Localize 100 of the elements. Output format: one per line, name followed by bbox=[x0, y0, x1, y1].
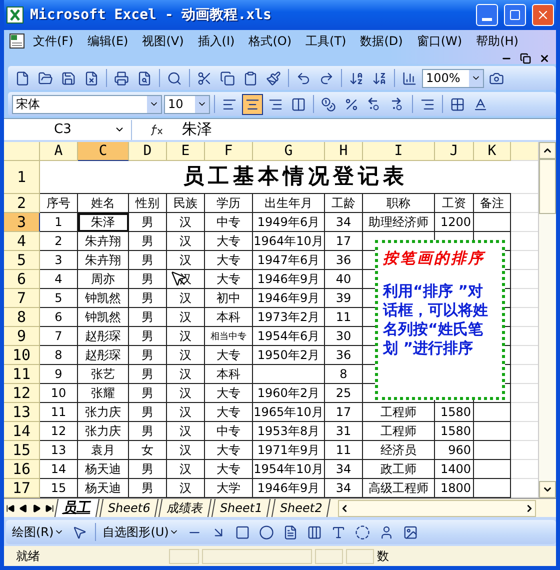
horizontal-scrollbar[interactable] bbox=[338, 500, 536, 516]
table-cell[interactable]: 5 bbox=[40, 289, 78, 308]
table-cell[interactable]: 汉 bbox=[167, 441, 205, 460]
column-header[interactable]: A bbox=[40, 142, 78, 161]
table-cell[interactable]: 1946年9月 bbox=[253, 270, 325, 289]
table-cell[interactable]: 相当中专 bbox=[205, 327, 253, 346]
first-sheet-icon[interactable] bbox=[6, 504, 15, 512]
table-cell[interactable]: 政工师 bbox=[363, 460, 435, 479]
table-cell[interactable]: 34 bbox=[325, 460, 363, 479]
table-cell[interactable]: 10 bbox=[40, 384, 78, 403]
table-cell[interactable]: 40 bbox=[325, 270, 363, 289]
table-cell[interactable]: 1965年10月 bbox=[253, 403, 325, 422]
table-cell[interactable]: 男 bbox=[129, 384, 167, 403]
close-button[interactable] bbox=[532, 4, 554, 26]
table-cell[interactable]: 周亦 bbox=[78, 270, 129, 289]
research-icon[interactable] bbox=[167, 70, 182, 86]
table-cell[interactable]: 39 bbox=[325, 289, 363, 308]
scroll-up-button[interactable] bbox=[539, 142, 556, 159]
table-cell[interactable]: 36 bbox=[325, 251, 363, 270]
table-cell[interactable]: 汉 bbox=[167, 289, 205, 308]
table-cell[interactable]: 朱卉翔 bbox=[78, 232, 129, 251]
table-cell[interactable]: 男 bbox=[129, 403, 167, 422]
row-header[interactable]: 17 bbox=[4, 479, 40, 498]
row-header[interactable]: 10 bbox=[4, 346, 40, 365]
table-cell[interactable]: 9 bbox=[40, 365, 78, 384]
table-cell[interactable]: 杨天迪 bbox=[78, 460, 129, 479]
table-cell[interactable]: 男 bbox=[129, 251, 167, 270]
table-cell[interactable]: 工程师 bbox=[363, 422, 435, 441]
clip-art-icon[interactable] bbox=[378, 524, 394, 540]
new-icon[interactable] bbox=[15, 70, 30, 86]
table-cell[interactable]: 960 bbox=[435, 441, 474, 460]
table-cell[interactable]: 1200 bbox=[435, 213, 474, 232]
chart-icon[interactable] bbox=[402, 70, 417, 86]
table-cell[interactable]: 1960年2月 bbox=[253, 384, 325, 403]
permission-icon[interactable] bbox=[84, 70, 99, 86]
table-cell[interactable]: 本科 bbox=[205, 308, 253, 327]
table-cell[interactable]: 男 bbox=[129, 365, 167, 384]
table-cell[interactable]: 36 bbox=[325, 346, 363, 365]
table-cell[interactable]: 汉 bbox=[167, 384, 205, 403]
select-pointer-icon[interactable] bbox=[72, 524, 87, 540]
table-cell[interactable]: 大专 bbox=[205, 441, 253, 460]
next-sheet-icon[interactable] bbox=[32, 504, 41, 512]
sort-ascending-icon[interactable] bbox=[349, 70, 364, 86]
table-cell[interactable]: 赵彤琛 bbox=[78, 346, 129, 365]
column-header[interactable]: H bbox=[325, 142, 363, 161]
table-cell[interactable]: 朱卉翔 bbox=[78, 251, 129, 270]
previous-sheet-icon[interactable] bbox=[19, 504, 28, 512]
table-cell[interactable]: 1947年6月 bbox=[253, 251, 325, 270]
table-cell[interactable]: 女 bbox=[129, 441, 167, 460]
table-cell[interactable]: 汉 bbox=[167, 251, 205, 270]
column-header[interactable]: C bbox=[78, 142, 129, 161]
table-cell[interactable]: 张艺 bbox=[78, 365, 129, 384]
column-header[interactable]: I bbox=[363, 142, 435, 161]
table-cell[interactable]: 男 bbox=[129, 308, 167, 327]
table-cell[interactable]: 大专 bbox=[205, 460, 253, 479]
row-header[interactable]: 4 bbox=[4, 232, 40, 251]
table-cell[interactable]: 本科 bbox=[205, 365, 253, 384]
table-cell[interactable]: 汉 bbox=[167, 346, 205, 365]
menu-item[interactable]: 工具(T) bbox=[298, 30, 354, 52]
font-field[interactable]: 宋体 bbox=[12, 94, 162, 114]
sheet-tab[interactable]: 员工 bbox=[54, 499, 100, 517]
restore-icon[interactable] bbox=[520, 52, 531, 64]
camera-icon[interactable] bbox=[489, 70, 504, 86]
column-header[interactable]: G bbox=[253, 142, 325, 161]
table-cell[interactable]: 汉 bbox=[167, 308, 205, 327]
align-center-button[interactable] bbox=[242, 94, 263, 114]
redo-icon[interactable] bbox=[319, 70, 334, 86]
table-cell[interactable]: 张力庆 bbox=[78, 422, 129, 441]
table-cell[interactable]: 男 bbox=[129, 460, 167, 479]
sheet-tab[interactable]: 成绩表 bbox=[158, 499, 212, 517]
row-header[interactable]: 16 bbox=[4, 460, 40, 479]
cut-icon[interactable] bbox=[197, 70, 212, 86]
autoshapes-menu[interactable]: 自选图形(U) bbox=[100, 524, 181, 540]
table-cell[interactable]: 袁月 bbox=[78, 441, 129, 460]
maximize-button[interactable] bbox=[504, 4, 526, 26]
table-cell[interactable]: 30 bbox=[325, 327, 363, 346]
table-cell[interactable]: 大专 bbox=[205, 346, 253, 365]
table-cell[interactable]: 1953年8月 bbox=[253, 422, 325, 441]
table-cell[interactable]: 汉 bbox=[167, 403, 205, 422]
table-cell[interactable]: 男 bbox=[129, 422, 167, 441]
merge-icon[interactable] bbox=[291, 96, 306, 112]
table-cell[interactable]: 34 bbox=[325, 213, 363, 232]
minimize-button[interactable] bbox=[476, 4, 498, 26]
menu-item[interactable]: 文件(F) bbox=[26, 30, 80, 52]
function-icon[interactable] bbox=[150, 124, 164, 136]
menu-item[interactable]: 插入(I) bbox=[190, 30, 242, 52]
table-cell[interactable]: 初中 bbox=[205, 289, 253, 308]
table-cell[interactable]: 张耀 bbox=[78, 384, 129, 403]
row-header[interactable]: 9 bbox=[4, 327, 40, 346]
print-icon[interactable] bbox=[114, 70, 129, 86]
table-cell[interactable]: 1971年9月 bbox=[253, 441, 325, 460]
text-box-icon[interactable] bbox=[282, 524, 298, 540]
row-header[interactable]: 8 bbox=[4, 308, 40, 327]
active-cell[interactable]: 朱泽 bbox=[78, 213, 129, 232]
menu-item[interactable]: 编辑(E) bbox=[80, 30, 136, 52]
sort-descending-icon[interactable] bbox=[372, 70, 387, 86]
picture-icon[interactable] bbox=[402, 524, 418, 540]
table-cell[interactable]: 2 bbox=[40, 232, 78, 251]
table-cell[interactable]: 1 bbox=[40, 213, 78, 232]
table-cell[interactable]: 17 bbox=[325, 232, 363, 251]
